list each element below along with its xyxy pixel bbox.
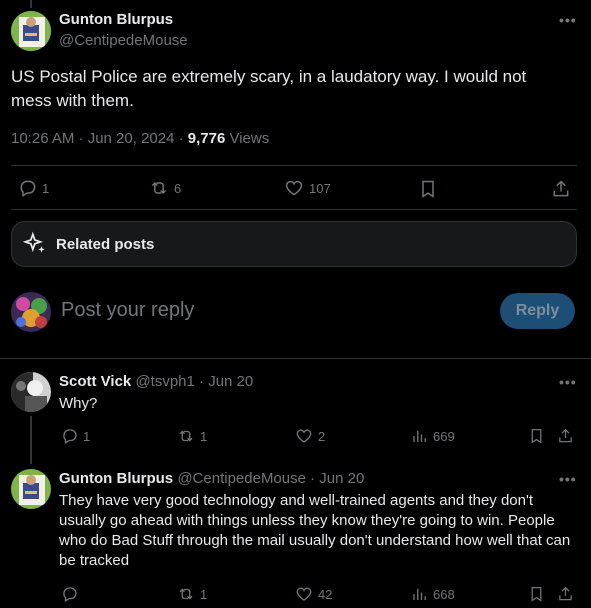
author-handle[interactable]: @CentipedeMouse	[59, 32, 188, 49]
reply-avatar[interactable]	[11, 469, 51, 509]
repost-icon	[179, 588, 193, 600]
reply-button[interactable]: Reply	[500, 293, 575, 329]
reply-header: Scott Vick @tsvph1 · Jun 20	[59, 373, 253, 390]
repost-count: 6	[174, 180, 182, 196]
reply-action[interactable]: 1	[61, 427, 90, 445]
more-dots-icon[interactable]: •••	[559, 12, 577, 28]
sparkle-icon	[22, 231, 45, 253]
reply-author-handle[interactable]: @tsvph1	[135, 373, 194, 390]
reply-count: 1	[83, 428, 91, 444]
like-action[interactable]: 2	[294, 427, 325, 445]
reply-bubble-icon	[63, 429, 77, 444]
reply-date[interactable]: · Jun 20	[306, 470, 364, 487]
reply-action[interactable]: 1	[18, 178, 49, 198]
repost-count: 1	[200, 428, 208, 444]
post-meta: 10:26 AM · Jun 20, 2024 · 9,776 Views	[11, 130, 269, 147]
reply-count: 1	[42, 180, 50, 196]
share-icon[interactable]	[551, 178, 571, 200]
views-count: 668	[433, 586, 455, 602]
reply-header: Gunton Blurpus @CentipedeMouse · Jun 20	[59, 470, 364, 487]
like-count: 42	[318, 586, 333, 602]
related-posts-label: Related posts	[56, 235, 155, 253]
reply-bubble-icon	[63, 587, 77, 602]
reply-author-name[interactable]: Gunton Blurpus	[59, 470, 173, 487]
reply-author-name[interactable]: Scott Vick	[59, 373, 131, 390]
repost-action[interactable]: 1	[176, 585, 207, 603]
author-avatar[interactable]	[11, 11, 51, 51]
thread-line	[30, 416, 32, 464]
divider	[11, 165, 577, 166]
reply-text: They have very good technology and well-…	[59, 492, 571, 569]
repost-icon	[151, 181, 167, 195]
repost-count: 1	[200, 586, 208, 602]
heart-icon	[296, 587, 312, 601]
bookmark-icon[interactable]	[418, 178, 438, 200]
post-timestamp[interactable]: 10:26 AM · Jun 20, 2024 ·	[11, 130, 188, 147]
more-dots-icon[interactable]: •••	[559, 374, 577, 390]
repost-action[interactable]: 6	[148, 178, 181, 198]
my-avatar[interactable]	[11, 292, 51, 332]
views-chart-icon	[413, 588, 426, 600]
like-action[interactable]: 107	[283, 178, 331, 198]
thread-connector-top	[30, 0, 32, 8]
divider	[11, 209, 577, 210]
like-count: 107	[309, 180, 331, 196]
reply-text: Why?	[59, 395, 98, 412]
heart-icon	[296, 429, 312, 443]
views-chart-icon	[413, 430, 426, 442]
reply-date[interactable]: · Jun 20	[195, 373, 253, 390]
like-count: 2	[318, 428, 326, 444]
divider	[0, 358, 591, 359]
reply-avatar[interactable]	[11, 372, 51, 412]
views-count: 9,776	[187, 130, 226, 147]
views-label: Views	[225, 130, 270, 147]
related-posts-button[interactable]: Related posts	[11, 221, 577, 267]
views-count: 669	[433, 428, 455, 444]
share-icon[interactable]	[557, 427, 574, 445]
reply-input[interactable]: Post your reply	[61, 299, 481, 322]
bookmark-icon[interactable]	[528, 585, 545, 603]
share-icon[interactable]	[557, 585, 574, 603]
like-action[interactable]: 42	[294, 585, 332, 603]
reply-bubble-icon	[20, 180, 36, 197]
reply-author-handle[interactable]: @CentipedeMouse	[177, 470, 306, 487]
heart-icon	[285, 180, 303, 196]
repost-action[interactable]: 1	[176, 427, 207, 445]
reply-action[interactable]	[61, 585, 83, 603]
more-dots-icon[interactable]: •••	[559, 471, 577, 487]
views-action[interactable]: 668	[411, 585, 455, 603]
post-text: US Postal Police are extremely scary, in…	[11, 67, 527, 110]
author-name[interactable]: Gunton Blurpus	[59, 11, 173, 28]
repost-icon	[179, 430, 193, 442]
bookmark-icon[interactable]	[528, 427, 545, 445]
views-action[interactable]: 669	[411, 427, 455, 445]
